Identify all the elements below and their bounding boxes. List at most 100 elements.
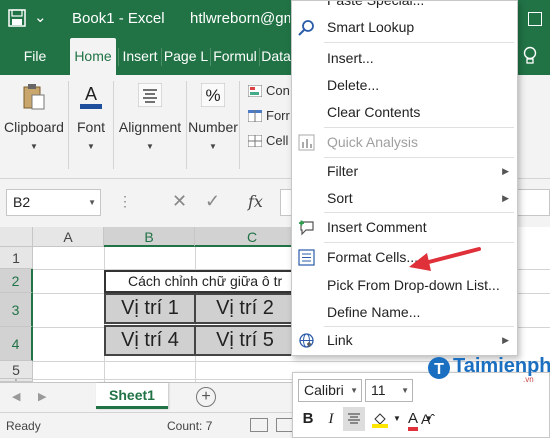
menu-item-define-name[interactable]: Define Name... bbox=[292, 299, 517, 326]
maximize-icon[interactable] bbox=[528, 12, 542, 26]
menu-item-label: Pick From Drop-down List... bbox=[327, 277, 500, 293]
clipboard-label: Clipboard bbox=[4, 119, 64, 135]
enter-check-icon[interactable]: ✓ bbox=[205, 191, 220, 212]
conditional-formatting-icon bbox=[248, 85, 262, 97]
column-header-b[interactable]: B bbox=[104, 227, 195, 247]
tell-me-lightbulb-icon[interactable] bbox=[522, 46, 538, 66]
insert-function-icon[interactable]: fx bbox=[248, 192, 263, 211]
menu-item-link[interactable]: Link ▶ bbox=[292, 327, 517, 354]
clipboard-icon bbox=[23, 84, 45, 110]
conditional-formatting-button[interactable]: Con bbox=[266, 83, 290, 98]
tab-home[interactable]: Home bbox=[70, 38, 116, 75]
font-group[interactable]: A Font ▼ bbox=[69, 75, 113, 179]
cell-b3[interactable]: Vị trí 1 bbox=[104, 293, 196, 324]
normal-view-icon[interactable] bbox=[250, 418, 268, 432]
alignment-group[interactable]: Alignment ▼ bbox=[114, 75, 186, 179]
link-icon bbox=[299, 333, 314, 348]
add-sheet-icon[interactable]: + bbox=[196, 387, 216, 407]
menu-item-label: Insert... bbox=[327, 50, 374, 66]
menu-item-sort[interactable]: Sort ▶ bbox=[292, 185, 517, 212]
menu-item-delete[interactable]: Delete... bbox=[292, 72, 517, 99]
row-header-3[interactable]: 3 bbox=[0, 293, 33, 327]
percent-icon: % bbox=[201, 83, 225, 107]
window-title: Book1 - Excel bbox=[72, 10, 165, 27]
chevron-down-icon[interactable]: ▼ bbox=[424, 407, 434, 431]
tab-file[interactable]: File bbox=[8, 38, 62, 75]
font-name-field[interactable]: Calibri ▼ bbox=[298, 379, 362, 402]
menu-item-smart-lookup[interactable]: Smart Lookup bbox=[292, 14, 517, 41]
menu-item-pick-from-list[interactable]: Pick From Drop-down List... bbox=[292, 272, 517, 299]
scroll-right-icon[interactable]: ▶ bbox=[38, 390, 46, 403]
tab-separator bbox=[118, 48, 119, 66]
chevron-down-icon[interactable]: ▼ bbox=[392, 407, 402, 431]
row-header-2[interactable]: 2 bbox=[0, 269, 33, 293]
menu-item-filter[interactable]: Filter ▶ bbox=[292, 158, 517, 185]
context-menu: Paste Special... Smart Lookup Insert... … bbox=[291, 0, 518, 356]
font-size-value: 11 bbox=[371, 382, 386, 398]
row-header-1[interactable]: 1 bbox=[0, 247, 33, 269]
watermark-text: Taimienphi bbox=[453, 355, 550, 377]
cancel-icon[interactable]: ✕ bbox=[172, 191, 187, 212]
status-ready: Ready bbox=[6, 419, 41, 433]
fill-color-button[interactable] bbox=[369, 407, 391, 431]
menu-item-label: Clear Contents bbox=[327, 104, 421, 120]
group-separator bbox=[239, 81, 240, 169]
cell-styles-button[interactable]: Cell bbox=[266, 133, 288, 148]
menu-separator bbox=[324, 42, 514, 43]
svg-text:T: T bbox=[434, 361, 444, 378]
quick-analysis-icon bbox=[298, 134, 315, 151]
menu-item-clear-contents[interactable]: Clear Contents bbox=[292, 99, 517, 126]
tab-separator bbox=[161, 48, 162, 66]
tab-insert[interactable]: Insert bbox=[120, 38, 160, 75]
formula-bar-grip-icon[interactable]: ⋮ bbox=[118, 193, 132, 210]
smart-lookup-icon bbox=[298, 20, 314, 36]
select-all-corner[interactable] bbox=[0, 227, 33, 247]
menu-item-insert[interactable]: Insert... bbox=[292, 45, 517, 72]
cell-c4[interactable]: Vị trí 5 bbox=[194, 325, 294, 356]
font-size-field[interactable]: 11 ▼ bbox=[365, 379, 413, 402]
name-box-value: B2 bbox=[13, 194, 31, 210]
chevron-down-icon[interactable]: ▼ bbox=[88, 190, 96, 215]
menu-item-paste-special[interactable]: Paste Special... bbox=[292, 1, 517, 14]
menu-item-label: Sort bbox=[327, 190, 353, 206]
menu-item-label: Link bbox=[327, 332, 353, 348]
tab-data[interactable]: Data bbox=[261, 38, 291, 75]
align-center-button[interactable] bbox=[343, 407, 365, 431]
tab-formulas[interactable]: Formul bbox=[212, 38, 258, 75]
column-header-a[interactable]: A bbox=[33, 227, 104, 247]
chevron-down-icon[interactable]: ▼ bbox=[350, 380, 358, 401]
number-group[interactable]: % Number ▼ bbox=[187, 75, 239, 179]
alignment-label: Alignment bbox=[118, 119, 182, 135]
number-label: Number bbox=[188, 119, 238, 135]
font-color-button[interactable]: A bbox=[403, 407, 423, 431]
name-box[interactable]: B2 ▼ bbox=[6, 189, 101, 216]
tab-separator bbox=[259, 48, 260, 66]
menu-separator bbox=[324, 212, 514, 213]
clipboard-group[interactable]: Clipboard ▼ bbox=[0, 75, 68, 179]
sheet-tab-sheet1[interactable]: Sheet1 bbox=[96, 383, 168, 409]
menu-item-insert-comment[interactable]: Insert Comment bbox=[292, 214, 517, 241]
submenu-arrow-icon: ▶ bbox=[502, 193, 509, 203]
alignment-icon bbox=[138, 83, 162, 107]
insert-comment-icon bbox=[299, 220, 314, 236]
row-header-4[interactable]: 4 bbox=[0, 327, 33, 361]
fill-color-icon bbox=[372, 413, 388, 428]
row-header-5[interactable]: 5 bbox=[0, 361, 33, 379]
title-cell-b2[interactable]: Cách chỉnh chữ giữa ô tr bbox=[104, 270, 294, 293]
font-label: Font bbox=[76, 119, 105, 135]
chevron-down-icon: ▼ bbox=[87, 142, 95, 151]
italic-button[interactable]: I bbox=[321, 407, 341, 431]
tab-page-layout[interactable]: Page L bbox=[163, 38, 209, 75]
cell-c3[interactable]: Vị trí 2 bbox=[194, 293, 294, 324]
chevron-down-icon[interactable]: ▼ bbox=[401, 380, 409, 401]
menu-separator bbox=[324, 127, 514, 128]
cell-b4[interactable]: Vị trí 4 bbox=[104, 325, 196, 356]
save-icon[interactable] bbox=[8, 9, 26, 27]
undo-dropdown-icon[interactable]: ⌄ bbox=[34, 8, 47, 26]
bold-button[interactable]: B bbox=[297, 407, 319, 431]
format-as-table-button[interactable]: Forr bbox=[266, 108, 290, 123]
svg-text:%: % bbox=[205, 86, 220, 105]
scroll-left-icon[interactable]: ◀ bbox=[12, 390, 20, 403]
account-name[interactable]: htlwreborn@gmail.com bbox=[190, 10, 290, 27]
menu-separator bbox=[324, 242, 514, 243]
